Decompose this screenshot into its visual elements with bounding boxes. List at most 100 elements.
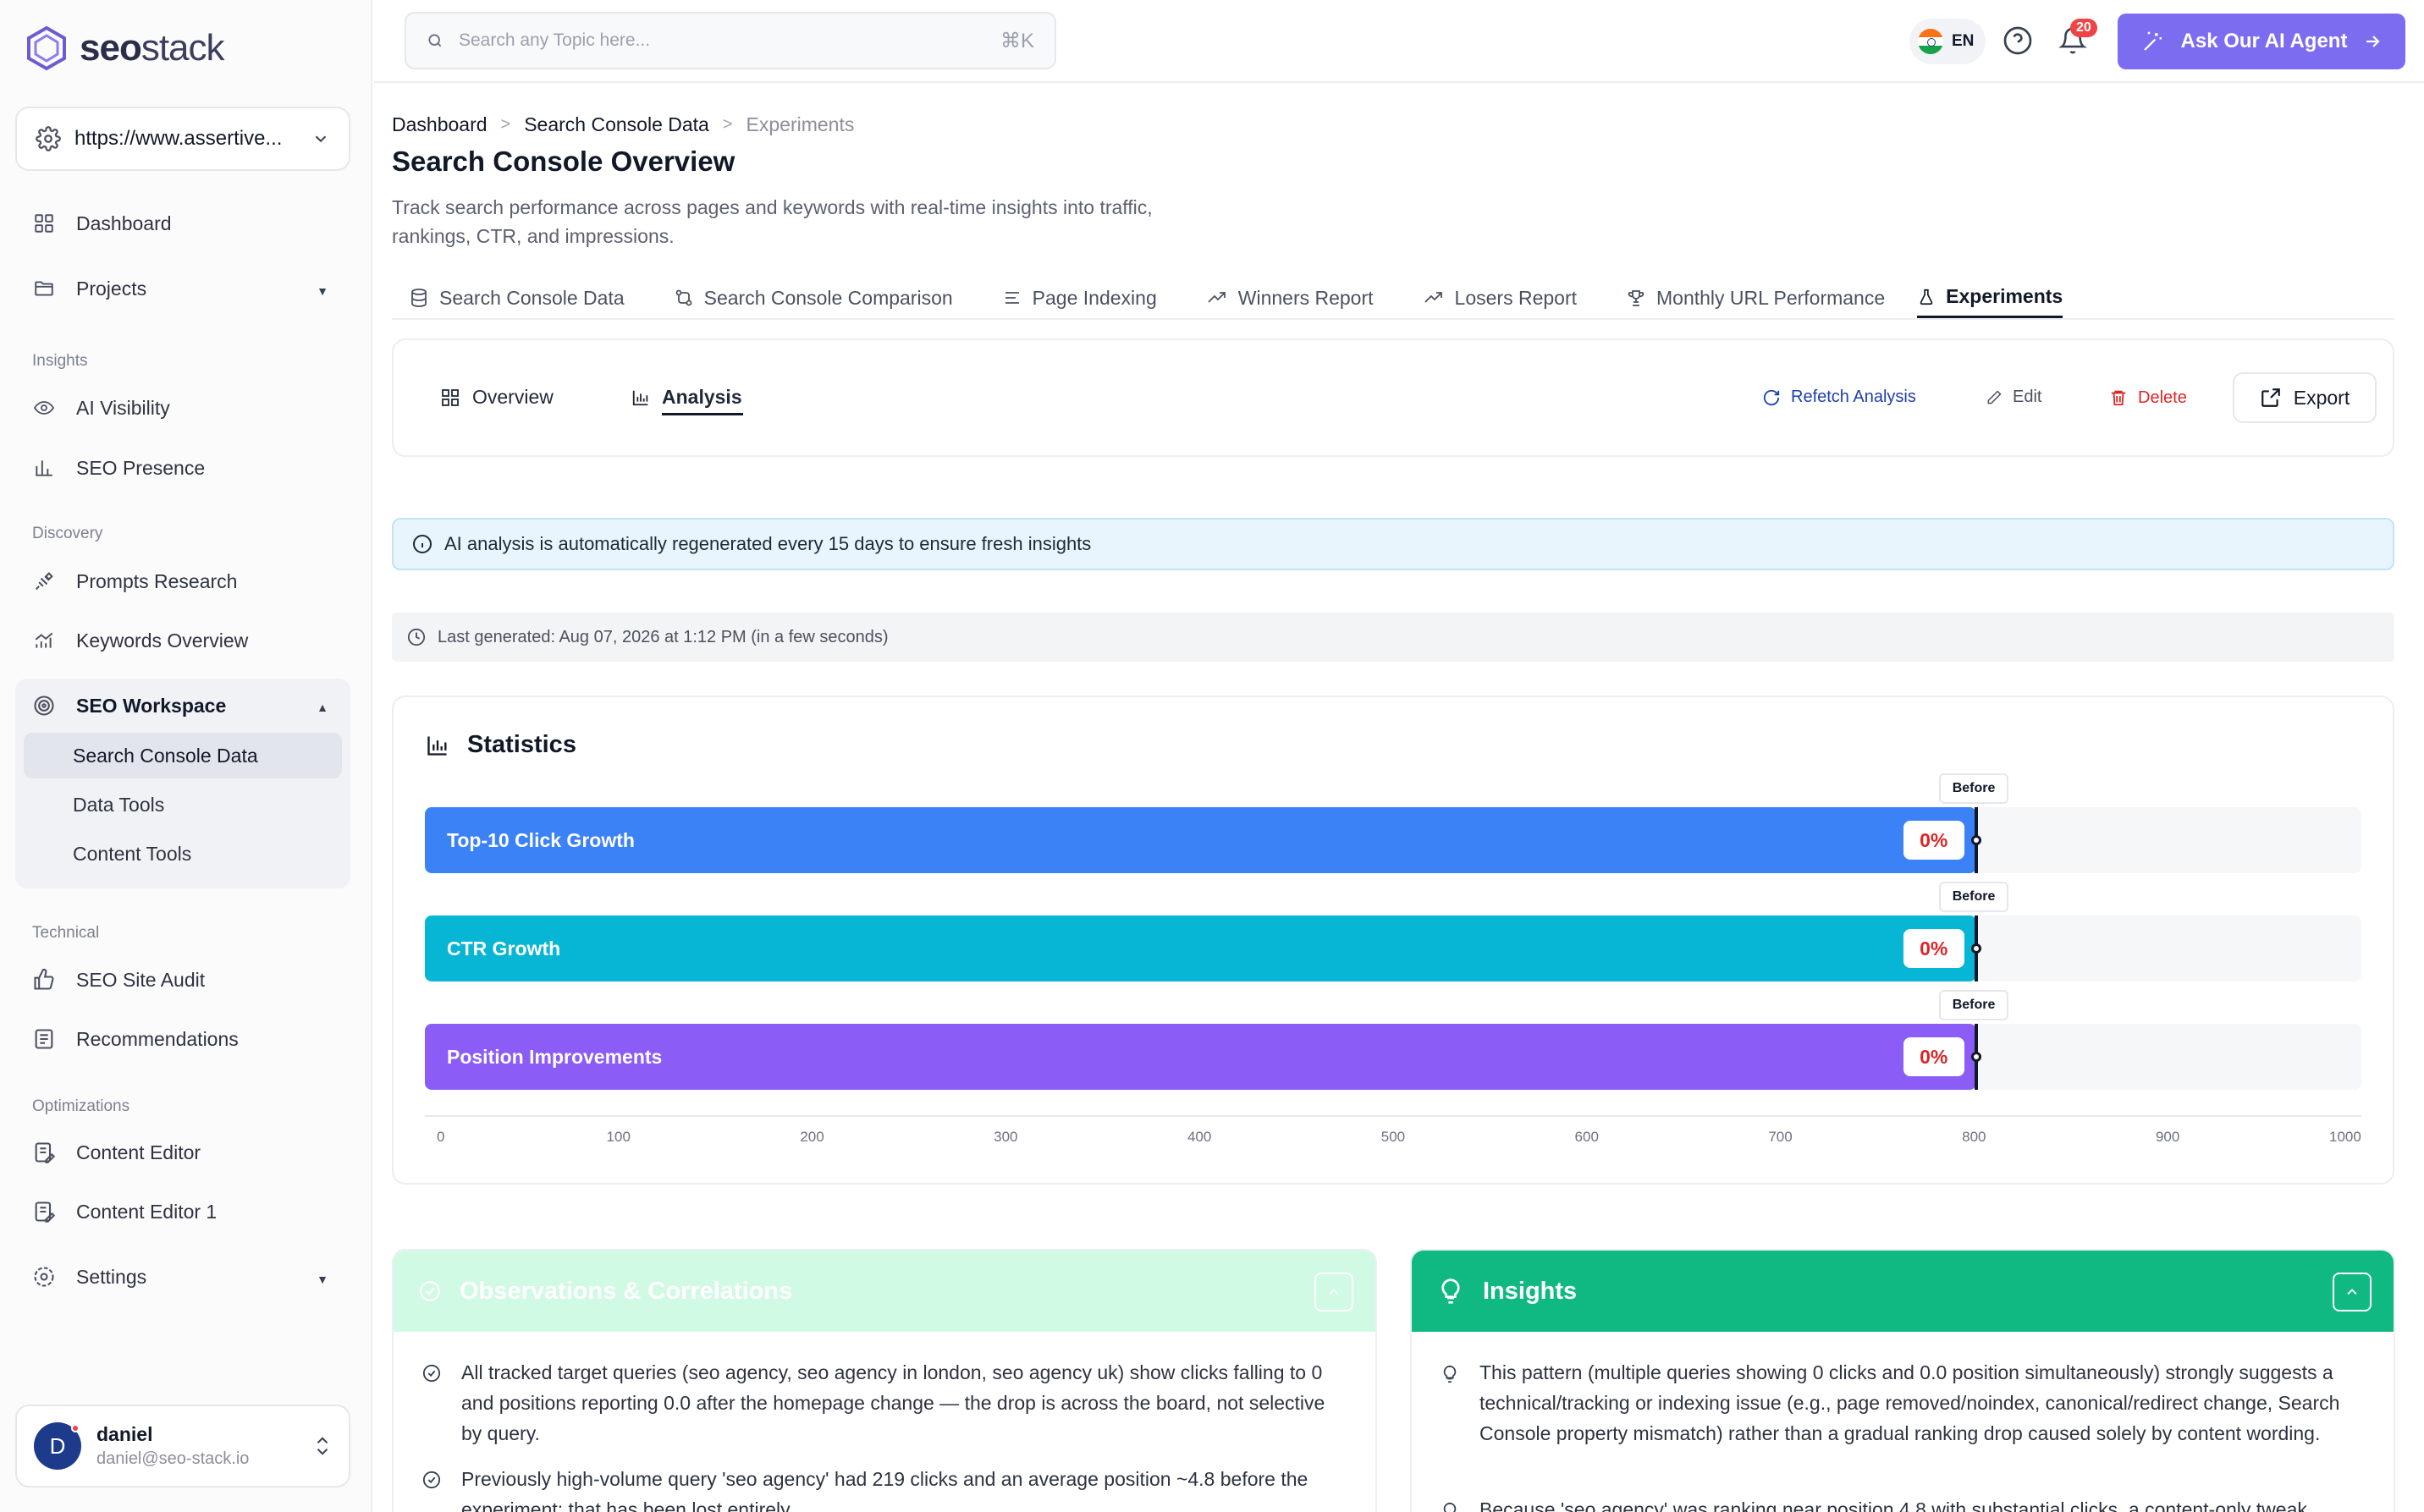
sidebar-item-label: Recommendations xyxy=(76,1027,239,1050)
sidebar-item-label: AI Visibility xyxy=(76,396,170,419)
breadcrumb: Dashboard > Search Console Data > Experi… xyxy=(392,113,854,136)
help-circle-icon[interactable] xyxy=(2003,25,2033,56)
sidebar-item-seo-site-audit[interactable]: SEO Site Audit xyxy=(30,966,205,993)
sidebar-item-projects[interactable]: Projects xyxy=(30,275,335,302)
info-icon xyxy=(413,535,432,553)
sidebar-item-seo-workspace[interactable]: SEO Workspace xyxy=(30,692,226,719)
grid-icon xyxy=(30,210,58,237)
subtab-analysis[interactable]: Analysis xyxy=(631,386,742,409)
insight-item: This pattern (multiple queries showing 0… xyxy=(1441,1357,2363,1449)
sidebar-item-content-tools[interactable]: Content Tools xyxy=(73,843,191,866)
observations-header[interactable]: Observations & Correlations xyxy=(394,1251,1375,1332)
page-title: Search Console Overview xyxy=(392,146,735,177)
sidebar-item-label: SEO Presence xyxy=(76,456,206,479)
collapse-button[interactable] xyxy=(2333,1273,2372,1311)
data-label: 0% xyxy=(1903,929,1964,968)
chevron-down-icon xyxy=(315,135,327,143)
target-icon xyxy=(30,692,58,719)
x-tick-label: 0 xyxy=(437,1129,445,1145)
collapse-button[interactable] xyxy=(1314,1273,1353,1311)
x-tick-label: 900 xyxy=(2155,1129,2180,1145)
sidebar-item-keywords-overview[interactable]: Keywords Overview xyxy=(30,627,248,654)
check-circle-icon xyxy=(422,1364,441,1383)
tab-search-console-comparison[interactable]: Search Console Comparison xyxy=(657,278,953,318)
section-technical: Technical xyxy=(32,924,100,942)
sidebar-item-label: SEO Workspace xyxy=(76,694,227,717)
pencil-icon xyxy=(1987,389,2002,404)
sidebar-item-dashboard[interactable]: Dashboard xyxy=(30,210,172,237)
data-label: 0% xyxy=(1903,821,1964,860)
sidebar-item-recommendations[interactable]: Recommendations xyxy=(30,1025,239,1053)
trophy-icon xyxy=(1628,290,1644,306)
logo[interactable]: seostack xyxy=(25,25,225,71)
tab-losers-report[interactable]: Losers Report xyxy=(1406,278,1577,318)
section-insights: Insights xyxy=(32,352,88,370)
tab-search-console-data[interactable]: Search Console Data xyxy=(392,278,625,318)
bar-label: Top-10 Click Growth xyxy=(447,828,635,851)
x-tick-label: 200 xyxy=(800,1129,824,1145)
trending-up-icon xyxy=(1208,292,1226,303)
tab-page-indexing[interactable]: Page Indexing xyxy=(985,278,1157,318)
clock-icon xyxy=(407,628,426,646)
bar-chart-icon xyxy=(30,454,58,481)
main-tabs: Search Console Data Search Console Compa… xyxy=(392,278,2394,320)
observations-panel: Observations & Correlations All tracked … xyxy=(392,1249,1377,1512)
page-description: Track search performance across pages an… xyxy=(392,196,1153,247)
sidebar-item-search-console-data[interactable]: Search Console Data xyxy=(73,745,258,767)
gear-icon xyxy=(30,1263,58,1290)
sidebar-item-settings[interactable]: Settings xyxy=(30,1263,146,1290)
edit-button[interactable]: Edit xyxy=(1986,388,2041,407)
search-bar[interactable]: ⌘K xyxy=(405,12,1056,69)
search-input[interactable] xyxy=(459,30,985,51)
export-button[interactable]: Export xyxy=(2233,372,2377,423)
lightbulb-icon xyxy=(1441,1278,1460,1304)
check-circle-icon xyxy=(420,1281,440,1301)
refetch-analysis-button[interactable]: Refetch Analysis xyxy=(1762,388,1916,407)
delete-button[interactable]: Delete xyxy=(2109,388,2187,408)
topbar: ⌘K EN 20 Ask Our AI Agent xyxy=(374,0,2424,83)
caret-up-icon[interactable]: ▲ xyxy=(317,701,328,714)
sidebar-item-prompts-research[interactable]: Prompts Research xyxy=(30,568,237,595)
logo-icon xyxy=(27,25,66,71)
tab-monthly-url-performance[interactable]: Monthly URL Performance xyxy=(1609,278,1885,318)
breadcrumb-search-console-data[interactable]: Search Console Data xyxy=(524,113,709,136)
before-marker-dot xyxy=(1970,835,1981,845)
sidebar-item-label: Dashboard xyxy=(76,212,172,234)
ask-ai-agent-button[interactable]: Ask Our AI Agent xyxy=(2118,14,2405,69)
breadcrumb-dashboard[interactable]: Dashboard xyxy=(392,113,488,136)
chevron-up-down-icon xyxy=(317,1437,328,1455)
tab-experiments[interactable]: Experiments xyxy=(1917,278,2063,318)
bar-track: Top-10 Click Growth 0% Before xyxy=(425,773,2361,873)
refresh-icon xyxy=(1763,389,1780,405)
info-banner: AI analysis is automatically regenerated… xyxy=(392,518,2394,570)
trend-chart-icon xyxy=(30,627,58,654)
x-tick-label: 600 xyxy=(1574,1129,1599,1145)
caret-down-icon[interactable]: ▼ xyxy=(317,1273,328,1286)
insights-header[interactable]: Insights xyxy=(1412,1251,2394,1332)
trending-icon xyxy=(1424,292,1442,303)
bar-label: Position Improvements xyxy=(447,1045,663,1068)
caret-down-icon[interactable]: ▼ xyxy=(317,284,328,298)
sidebar-item-ai-visibility[interactable]: AI Visibility xyxy=(30,394,170,421)
chevron-up-icon xyxy=(1329,1289,1339,1295)
site-selector[interactable]: https://www.assertive... xyxy=(15,107,350,171)
subtab-overview[interactable]: Overview xyxy=(440,386,554,409)
sidebar-item-data-tools[interactable]: Data Tools xyxy=(73,794,164,816)
search-icon xyxy=(428,34,442,47)
active-subtab-indicator xyxy=(662,413,743,415)
sidebar-item-label: Content Editor 1 xyxy=(76,1200,218,1223)
sidebar-item-content-editor-1[interactable]: Content Editor 1 xyxy=(30,1198,217,1225)
user-card[interactable]: D daniel daniel@seo-stack.io xyxy=(15,1405,350,1487)
external-link-icon xyxy=(2261,388,2280,407)
sidebar-item-seo-presence[interactable]: SEO Presence xyxy=(30,454,205,481)
before-marker-dot xyxy=(1970,1052,1981,1062)
x-tick-label: 800 xyxy=(1962,1129,1986,1145)
lightbulb-icon xyxy=(1443,1502,1457,1512)
sidebar-item-content-editor[interactable]: Content Editor xyxy=(30,1139,201,1166)
tab-winners-report[interactable]: Winners Report xyxy=(1189,278,1374,318)
insights-title: Insights xyxy=(1483,1277,1578,1305)
before-marker-label: Before xyxy=(1938,990,2009,1020)
sidebar-item-label: Prompts Research xyxy=(76,569,238,592)
section-optimizations: Optimizations xyxy=(32,1097,130,1115)
language-selector[interactable]: EN xyxy=(1909,19,1986,64)
